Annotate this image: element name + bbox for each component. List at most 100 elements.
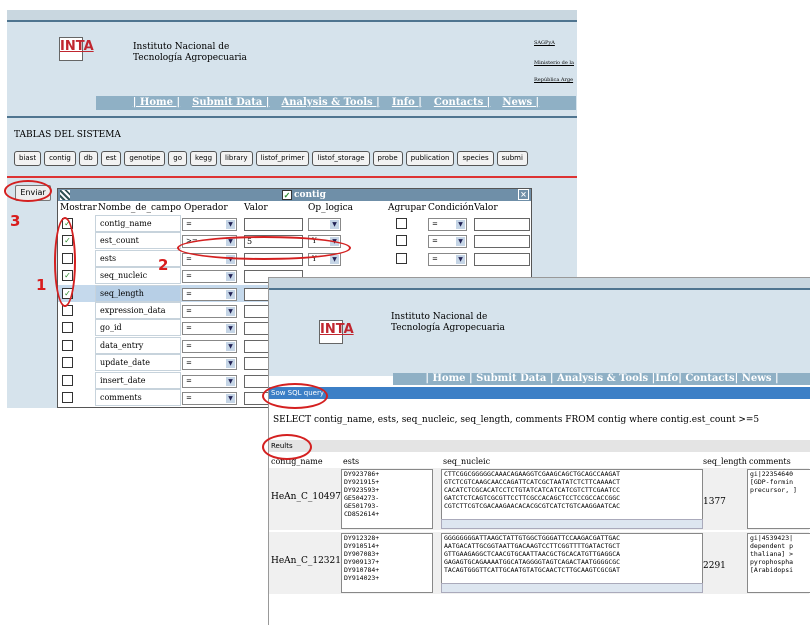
ests-textarea[interactable]: DY923786+ DY921915+ DY923593+ GE504273- … xyxy=(341,469,433,529)
annotation-1: 1 xyxy=(36,276,47,294)
dialog-icon xyxy=(60,190,70,200)
dialog-title: contig xyxy=(294,190,326,200)
operator-value: = xyxy=(186,341,192,350)
table-tab[interactable]: go xyxy=(168,151,188,166)
table-tab[interactable]: listof_primer xyxy=(255,151,310,166)
link-sagpya[interactable]: SAGPyA xyxy=(534,40,574,47)
nav-contacts[interactable]: Contacts | xyxy=(434,97,490,108)
horizontal-scrollbar[interactable] xyxy=(441,519,703,529)
col-agrupar: Agrupar xyxy=(388,203,426,213)
col-nombre: Nombe_de_campo xyxy=(98,203,182,213)
agrupar-checkbox[interactable] xyxy=(396,218,407,229)
operator-select[interactable]: = ▼ xyxy=(182,218,237,231)
condicion-select[interactable]: = ▼ xyxy=(428,235,467,249)
field-name: data_entry xyxy=(95,336,181,354)
table-tab[interactable]: species xyxy=(457,151,494,166)
sql-section-header: Sow SQL query xyxy=(269,387,810,399)
institution-line: Tecnología Agropecuaria xyxy=(133,53,247,63)
condicion-valor-input[interactable] xyxy=(474,218,530,231)
chevron-down-icon: ▼ xyxy=(226,289,235,299)
table-tab[interactable]: genotipe xyxy=(124,151,166,166)
highlight-mostrar xyxy=(54,217,76,307)
operator-select[interactable]: = ▼ xyxy=(182,392,237,405)
field-name: comments xyxy=(95,389,181,406)
nav-info[interactable]: Info | xyxy=(392,97,422,108)
comments-textarea[interactable]: gi|4539423| dependent p thaliana] > pyro… xyxy=(747,533,810,593)
seq-nucleic-textarea[interactable]: GGGGGGGGATTAAGCTATTGTGGCTGGGATTCCAAGACGA… xyxy=(441,533,703,585)
inta-logo: INTA xyxy=(319,320,354,344)
operator-value: = xyxy=(186,394,192,402)
nav-bar: | Home | Submit Data | Analysis & Tools | I… xyxy=(96,96,576,110)
table-tab[interactable]: db xyxy=(78,151,98,166)
close-icon[interactable]: × xyxy=(518,189,529,200)
ministry-links[interactable]: SAGPyA Ministerio de la República Arge xyxy=(534,40,574,84)
sql-query-text: SELECT contig_name, ests, seq_nucleic, s… xyxy=(273,415,760,425)
operator-select[interactable]: = ▼ xyxy=(182,339,237,353)
table-tab[interactable]: contig xyxy=(44,151,76,166)
mostrar-checkbox[interactable] xyxy=(62,357,73,369)
mostrar-checkbox[interactable] xyxy=(62,322,73,334)
operator-value: = xyxy=(186,359,192,368)
condicion-valor-input[interactable] xyxy=(474,252,530,266)
cond-value: = xyxy=(432,254,438,263)
seq-nucleic-textarea[interactable]: CTTCGGCGGGGGCAAACAGAAGGTCGAAGCAGCTGCAGCC… xyxy=(441,469,703,521)
mostrar-checkbox[interactable] xyxy=(62,392,73,403)
annotation-2: 2 xyxy=(158,256,169,274)
table-tab[interactable]: biast xyxy=(14,151,42,166)
agrupar-checkbox[interactable] xyxy=(396,252,407,264)
chevron-down-icon: ▼ xyxy=(456,254,465,264)
operator-value: = xyxy=(186,220,192,228)
horizontal-scrollbar[interactable] xyxy=(441,583,703,593)
operator-select[interactable]: = ▼ xyxy=(182,305,237,318)
table-tab[interactable]: kegg xyxy=(190,151,218,166)
chevron-down-icon: ▼ xyxy=(226,341,235,351)
results-section-header: Reults xyxy=(269,440,810,452)
agrupar-checkbox[interactable] xyxy=(396,235,407,247)
ests-textarea[interactable]: DY912328+ DY910514+ DY907083+ DY909137+ … xyxy=(341,533,433,593)
operator-select[interactable]: = ▼ xyxy=(182,270,237,284)
table-tab[interactable]: probe xyxy=(372,151,403,166)
nav-home[interactable]: | Home | xyxy=(133,97,180,108)
chevron-down-icon: ▼ xyxy=(226,272,235,282)
operator-value: = xyxy=(186,376,192,385)
operator-select[interactable]: = ▼ xyxy=(182,357,237,371)
op-logica-select[interactable]: ▼ xyxy=(308,218,341,231)
field-name: go_id xyxy=(95,319,181,337)
chevron-down-icon: ▼ xyxy=(330,220,339,229)
comments-textarea[interactable]: gi|22354640 [GDP-formin precursor, ] xyxy=(747,469,810,529)
nav-analysis-tools[interactable]: Analysis & Tools | xyxy=(281,97,379,108)
operator-select[interactable]: = ▼ xyxy=(182,374,237,388)
results-window: INTA Instituto Nacional de Tecnología Ag… xyxy=(268,277,810,625)
field-name: contig_name xyxy=(95,215,181,232)
table-tab[interactable]: publication xyxy=(405,151,455,166)
red-divider xyxy=(7,176,577,178)
condicion-select[interactable]: = ▼ xyxy=(428,252,467,266)
operator-select[interactable]: = ▼ xyxy=(182,287,237,301)
highlight-sql-header xyxy=(262,383,328,409)
cond-value: = xyxy=(432,220,438,228)
mostrar-checkbox[interactable] xyxy=(62,374,73,386)
condicion-valor-input[interactable] xyxy=(474,235,530,249)
operator-select[interactable]: = ▼ xyxy=(182,322,237,336)
institution-line: Tecnología Agropecuaria xyxy=(391,323,505,333)
table-tab[interactable]: est xyxy=(100,151,122,166)
mostrar-checkbox[interactable] xyxy=(62,339,73,351)
link-ministerio[interactable]: Ministerio de la xyxy=(534,60,574,67)
link-republica[interactable]: República Arge xyxy=(534,77,574,84)
field-name: insert_date xyxy=(95,371,181,389)
valor-input[interactable] xyxy=(244,218,303,231)
field-name: seq_length xyxy=(95,284,181,302)
table-tab[interactable]: listof_storage xyxy=(312,151,370,166)
table-tab[interactable]: submi xyxy=(496,151,528,166)
nav-bar[interactable]: | Home | Submit Data | Analysis & Tools … xyxy=(393,373,810,385)
condicion-select[interactable]: = ▼ xyxy=(428,218,467,231)
nav-news[interactable]: News | xyxy=(502,97,539,108)
table-tab[interactable]: library xyxy=(220,151,253,166)
dialog-titlebar: ✓ contig × xyxy=(58,189,531,201)
nav-submit-data[interactable]: Submit Data | xyxy=(192,97,269,108)
field-name: expression_data xyxy=(95,302,181,319)
col-valor2: Valor xyxy=(474,203,498,213)
field-name: update_date xyxy=(95,354,181,372)
institution-line: Instituto Nacional de xyxy=(391,312,488,322)
field-name: est_count xyxy=(95,232,181,250)
